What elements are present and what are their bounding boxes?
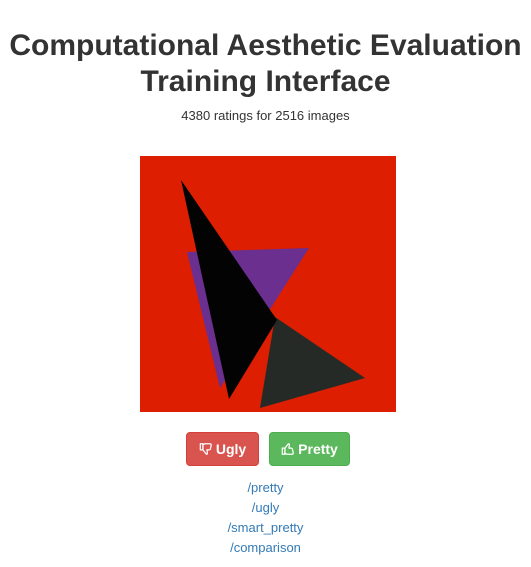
generated-image xyxy=(140,156,396,412)
page-title-line-1: Computational Aesthetic Evaluation xyxy=(9,29,522,62)
ugly-button[interactable]: Ugly xyxy=(186,432,259,466)
page: Computational Aesthetic Evaluation Train… xyxy=(0,0,531,567)
thumbs-down-icon xyxy=(199,442,213,456)
link-ugly[interactable]: /ugly xyxy=(0,498,531,518)
page-title-line-2: Training Interface xyxy=(140,65,391,98)
link-comparison[interactable]: /comparison xyxy=(0,538,531,558)
route-links: /pretty /ugly /smart_pretty /comparison xyxy=(0,478,531,558)
page-title: Computational Aesthetic Evaluation Train… xyxy=(0,28,531,100)
thumbs-up-icon xyxy=(281,442,295,456)
ugly-button-label: Ugly xyxy=(215,441,247,457)
pretty-button-label: Pretty xyxy=(298,441,338,457)
ratings-count: 4380 ratings for 2516 images xyxy=(181,108,350,123)
link-smart-pretty[interactable]: /smart_pretty xyxy=(0,518,531,538)
pretty-button[interactable]: Pretty xyxy=(269,432,350,466)
link-pretty[interactable]: /pretty xyxy=(0,478,531,498)
